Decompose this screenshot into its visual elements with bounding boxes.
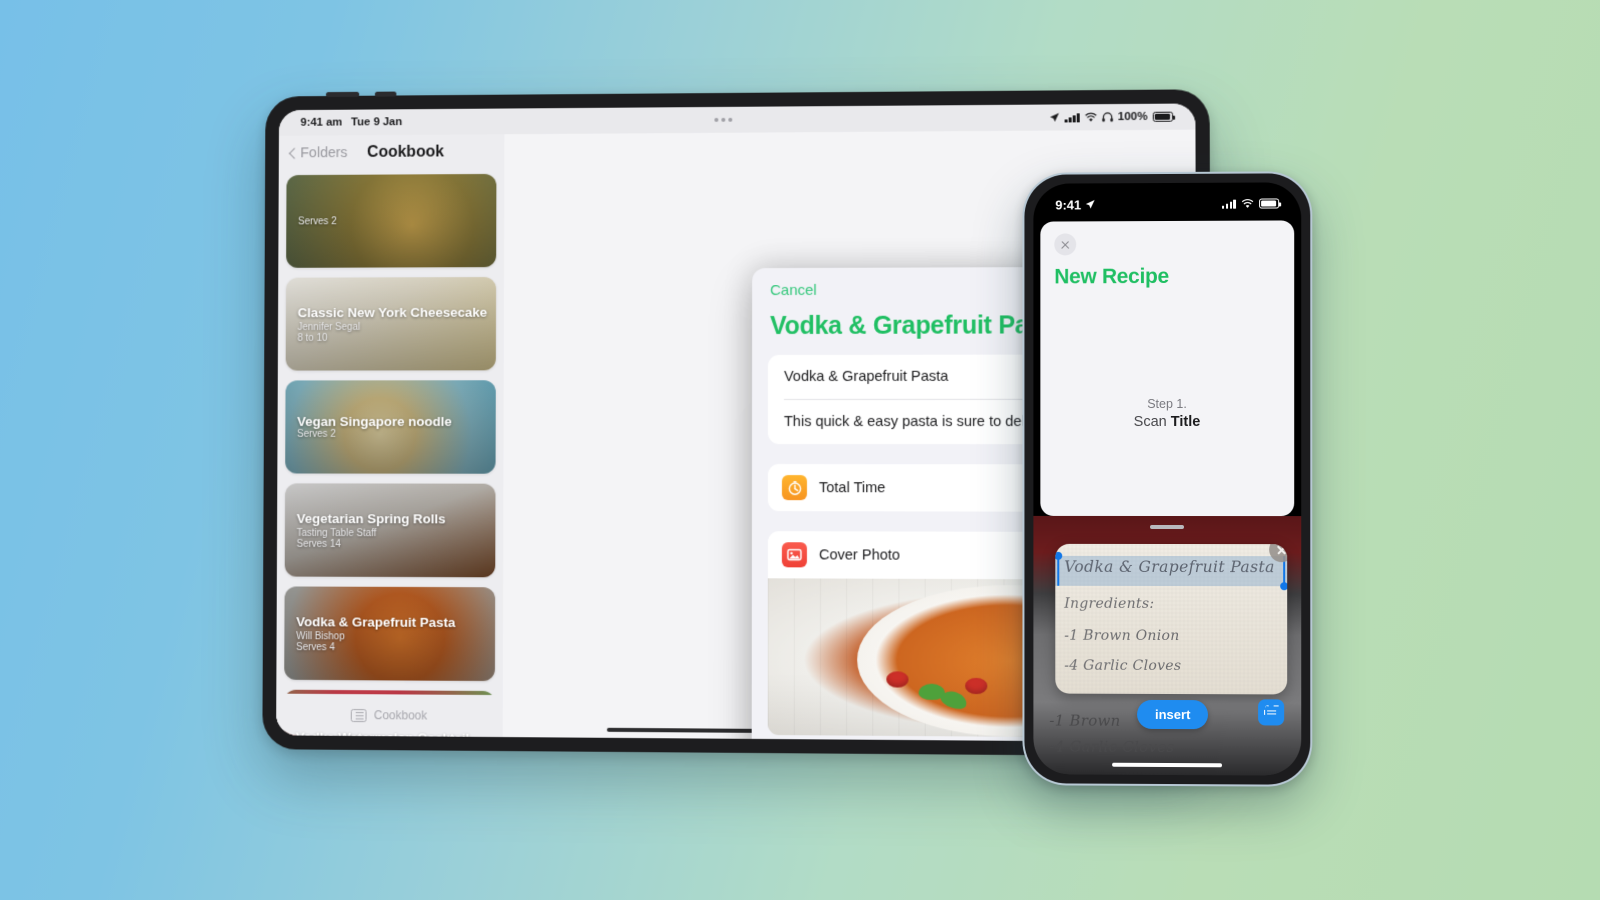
scanned-text-overlay[interactable]: Vodka & Grapefruit Pasta Ingredients: -1…	[1055, 543, 1288, 695]
cancel-button[interactable]: Cancel	[770, 281, 817, 298]
timer-icon	[781, 475, 807, 501]
iphone-sheet-title: New Recipe	[1054, 264, 1169, 289]
new-recipe-card: New Recipe Step 1. Scan Title	[1040, 220, 1295, 517]
recipe-card-title: Vodka Watermelon Cocktail	[295, 729, 470, 743]
decorative-tomato	[886, 671, 909, 688]
list-icon	[351, 708, 368, 722]
back-label: Folders	[300, 145, 348, 162]
recipe-card-author: Will Bishop	[296, 630, 345, 642]
camera-text-line-2: -4 Garlic Cloves	[1049, 737, 1175, 757]
card-text: Vegetarian Spring Rolls Tasting Table Sta…	[297, 511, 484, 550]
photo-icon	[781, 542, 807, 568]
step-action-bold: Title	[1170, 413, 1201, 430]
recipe-card[interactable]: Classic New York Cheesecake Jennifer Sega…	[285, 276, 497, 371]
card-text: Vodka & Grapefruit Pasta Will Bishop Serve…	[296, 614, 483, 654]
cookbook-list-pane: Folders Cookbook Serves 2 Classic New Yor…	[276, 134, 505, 743]
multitasking-dots-icon[interactable]	[714, 117, 733, 122]
ipad-battery-percent: 100%	[1117, 110, 1148, 124]
scanned-title-text: Vodka & Grapefruit Pasta	[1064, 557, 1275, 577]
card-text: Vegan Singapore noodle Serves 2	[297, 414, 484, 440]
insert-button[interactable]: insert	[1137, 699, 1209, 730]
iphone-device: 9:41 New Recipe Step 1. Scan Title -1 Br…	[1022, 171, 1313, 787]
headphones-icon	[1102, 112, 1113, 122]
recipe-card-title: Vegan Singapore noodle	[297, 414, 452, 429]
camera-text-line-1: -1 Brown	[1049, 711, 1121, 730]
battery-icon	[1152, 111, 1174, 122]
recipe-card-serves: 8 to 10	[297, 332, 328, 344]
chevron-left-icon	[288, 147, 300, 159]
recipe-card-serves: Serves 2	[298, 215, 337, 227]
location-arrow-icon	[1050, 113, 1060, 122]
recipe-card[interactable]: Vegetarian Spring Rolls Tasting Table Sta…	[284, 483, 496, 578]
recipe-card-serves: Serves 2	[297, 428, 336, 440]
tab-cookbook-label: Cookbook	[373, 708, 428, 723]
wifi-icon	[1084, 112, 1096, 122]
step-action: Scan Title	[1040, 414, 1294, 430]
scanned-line-1: -1 Brown Onion	[1064, 627, 1180, 645]
step-number: Step 1.	[1147, 396, 1187, 412]
recipe-card-list: Serves 2 Classic New York Cheesecake Jenni…	[276, 170, 504, 743]
scanned-line-2: -4 Garlic Cloves	[1064, 657, 1182, 675]
step-indicator: Step 1. Scan Title	[1040, 397, 1294, 430]
card-text: Serves 2	[298, 215, 484, 227]
card-text: Classic New York Cheesecake Jennifer Sega…	[297, 304, 488, 344]
cookbook-nav-bar: Folders Cookbook	[279, 134, 505, 171]
page-title: Cookbook	[367, 143, 444, 161]
iphone-home-indicator[interactable]	[1112, 762, 1223, 768]
close-icon[interactable]	[1054, 233, 1077, 256]
recipe-card[interactable]: Serves 2	[286, 173, 497, 268]
selection-bar-start	[1057, 555, 1060, 586]
text-scan-icon[interactable]	[1258, 699, 1285, 726]
recipe-card-title: Classic New York Cheesecake	[297, 304, 488, 320]
recipe-card-author: Jennifer Segal	[297, 321, 361, 333]
cellular-bars-icon	[1221, 199, 1237, 209]
back-to-folders-button[interactable]: Folders	[288, 145, 348, 162]
step-action-prefix: Scan	[1133, 413, 1171, 431]
dynamic-island	[1123, 191, 1212, 218]
location-arrow-icon	[1085, 199, 1095, 209]
card-text: Vodka Watermelon Cocktail	[296, 729, 483, 742]
decorative-tomato	[965, 677, 988, 695]
iphone-status-time: 9:41	[1055, 196, 1082, 213]
cellular-bars-icon	[1064, 112, 1080, 122]
scanned-line-ingredients: Ingredients:	[1064, 595, 1155, 612]
recipe-card-author: Tasting Table Staff	[296, 527, 377, 539]
wifi-icon	[1241, 199, 1254, 208]
ipad-status-time: 9:41 am	[300, 116, 343, 129]
camera-grabber[interactable]	[1150, 524, 1184, 530]
recipe-card-title: Vegetarian Spring Rolls	[296, 510, 446, 526]
ipad-status-date: Tue 9 Jan	[351, 116, 403, 129]
iphone-screen: 9:41 New Recipe Step 1. Scan Title -1 Br…	[1033, 182, 1302, 776]
recipe-card[interactable]: Vodka & Grapefruit Pasta Will Bishop Serve…	[284, 586, 496, 682]
recipe-card-serves: Serves 14	[296, 538, 341, 550]
camera-scan-view: -1 Brown -4 Garlic Cloves Vodka & Grapef…	[1033, 515, 1302, 776]
battery-icon	[1259, 198, 1280, 209]
recipe-card[interactable]: Vegan Singapore noodle Serves 2	[285, 380, 496, 474]
recipe-card-serves: Serves 4	[296, 641, 335, 653]
recipe-card-title: Vodka & Grapefruit Pasta	[296, 613, 456, 630]
